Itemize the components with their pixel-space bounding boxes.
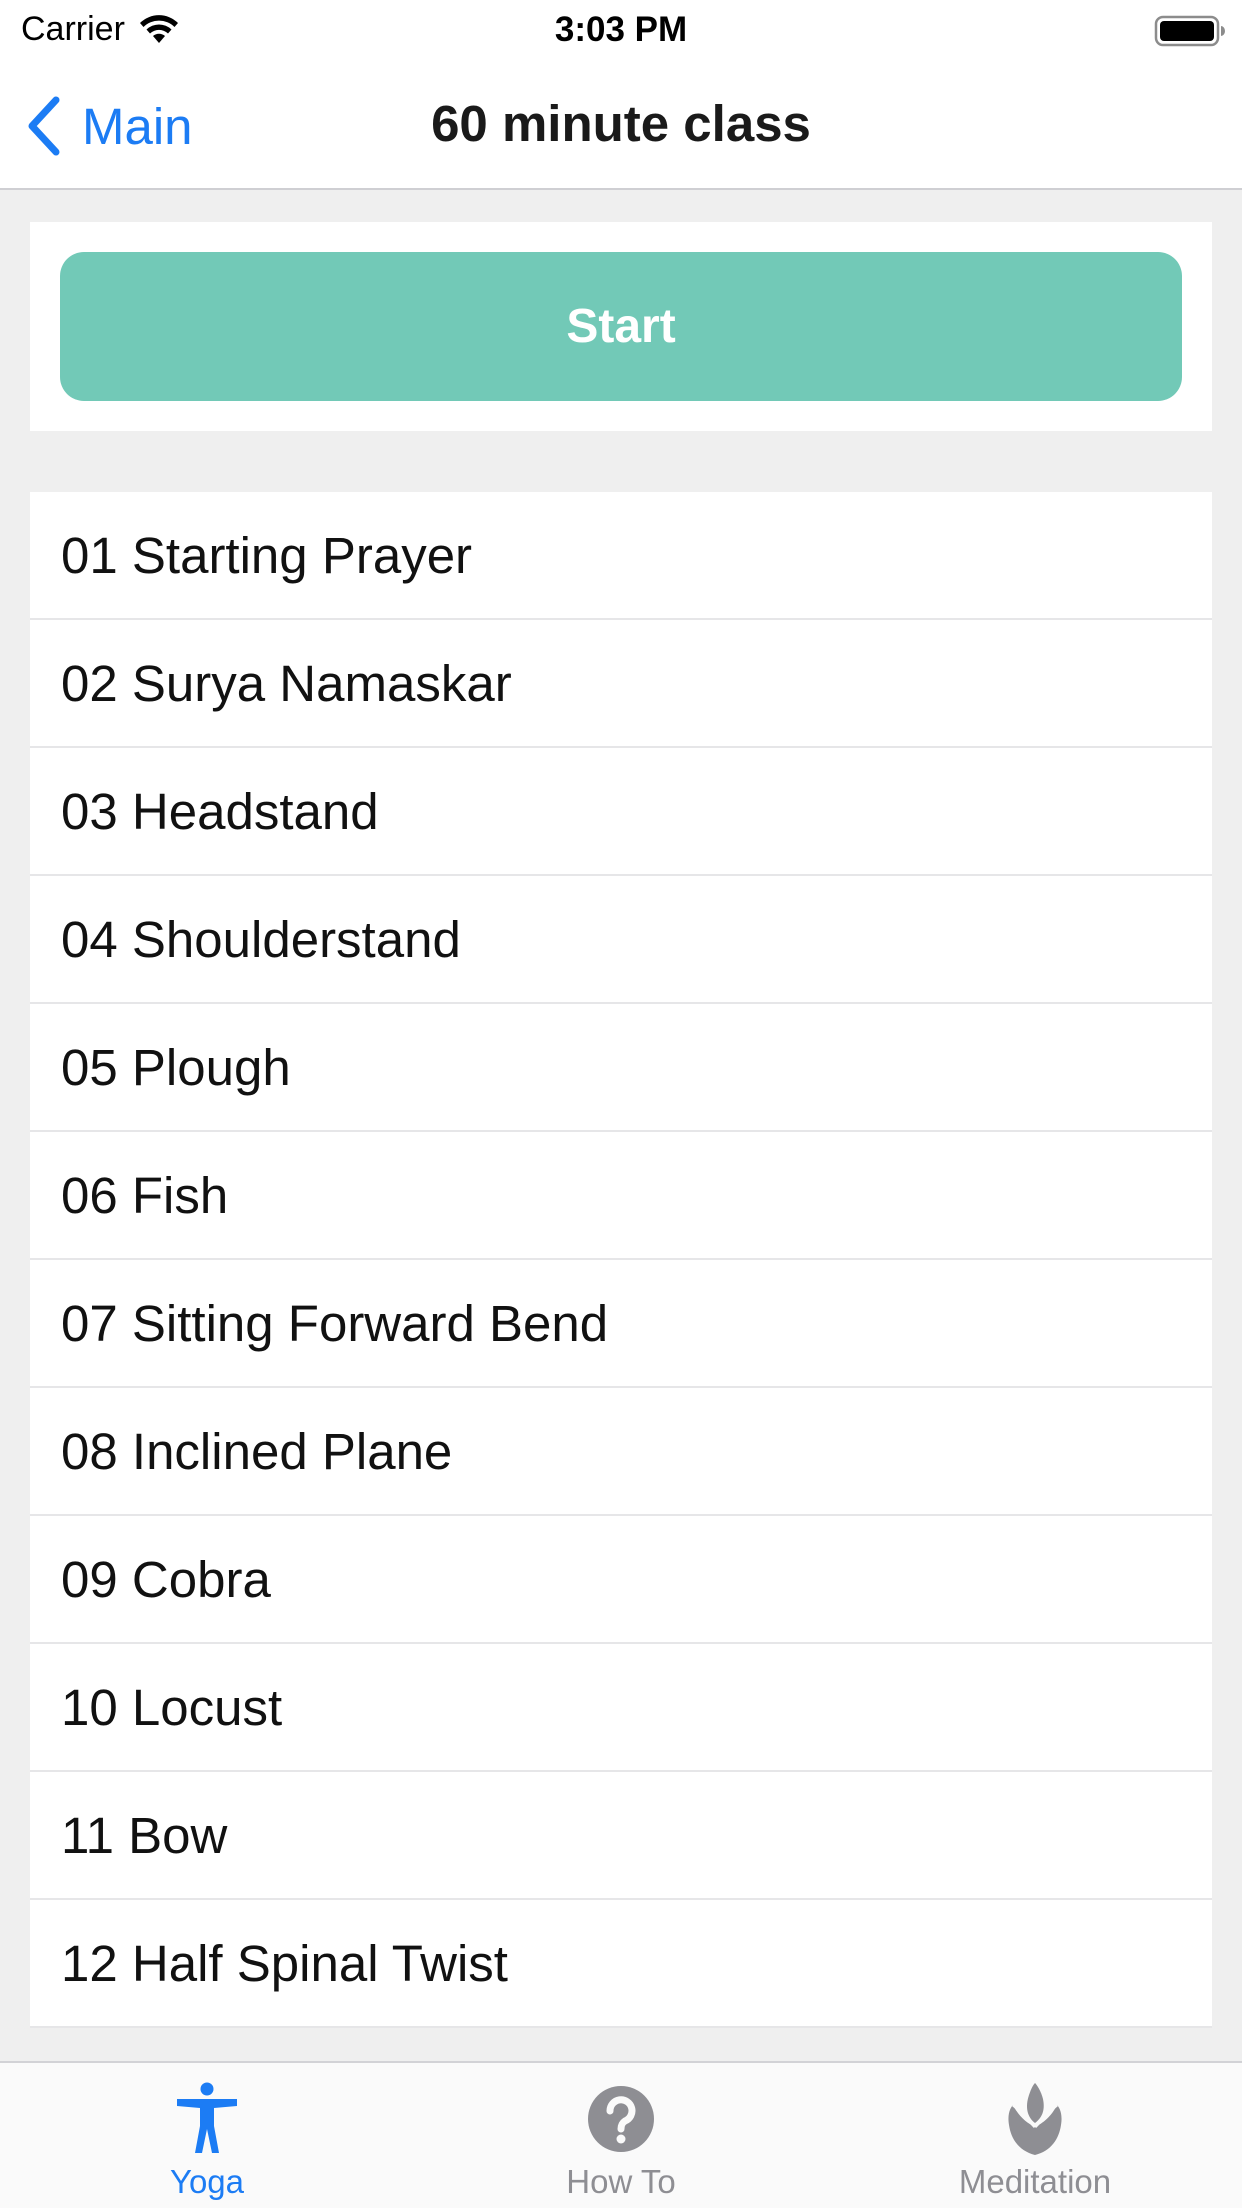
list-item[interactable]: 04 Shoulderstand [30,876,1212,1004]
tab-meditation[interactable]: Meditation [828,2063,1242,2208]
list-item[interactable]: 01 Starting Prayer [30,492,1212,620]
battery-icon [1154,15,1225,47]
page-title: 60 minute class [431,95,811,152]
list-item[interactable]: 10 Locust [30,1644,1212,1772]
list-item[interactable]: 03 Headstand [30,748,1212,876]
tab-how-to[interactable]: How To [414,2063,828,2208]
status-bar: Carrier 3:03 PM [0,0,1242,64]
list-item[interactable]: 09 Cobra [30,1516,1212,1644]
person-icon [177,2082,237,2153]
status-time: 3:03 PM [554,10,688,49]
lotus-icon [1008,2083,1062,2155]
tab-yoga[interactable]: Yoga [0,2063,414,2208]
list-item[interactable]: 06 Fish [30,1132,1212,1260]
question-icon [588,2086,654,2152]
tab-meditation-label: Meditation [958,2163,1112,2200]
pose-list: 01 Starting Prayer 02 Surya Namaskar 03 … [30,492,1212,2028]
list-item[interactable]: 02 Surya Namaskar [30,620,1212,748]
tab-yoga-label: Yoga [169,2163,245,2200]
navigation-bar: Main 60 minute class [0,64,1242,190]
list-item[interactable]: 05 Plough [30,1004,1212,1132]
tab-bar: Yoga How To Meditation [0,2061,1242,2208]
start-section: Start [30,222,1212,431]
tab-how-to-label: How To [566,2163,676,2200]
list-item[interactable]: 08 Inclined Plane [30,1388,1212,1516]
list-item[interactable]: 12 Half Spinal Twist [30,1900,1212,2028]
start-button[interactable]: Start [60,252,1182,401]
list-item[interactable]: 11 Bow [30,1772,1212,1900]
list-item[interactable]: 07 Sitting Forward Bend [30,1260,1212,1388]
